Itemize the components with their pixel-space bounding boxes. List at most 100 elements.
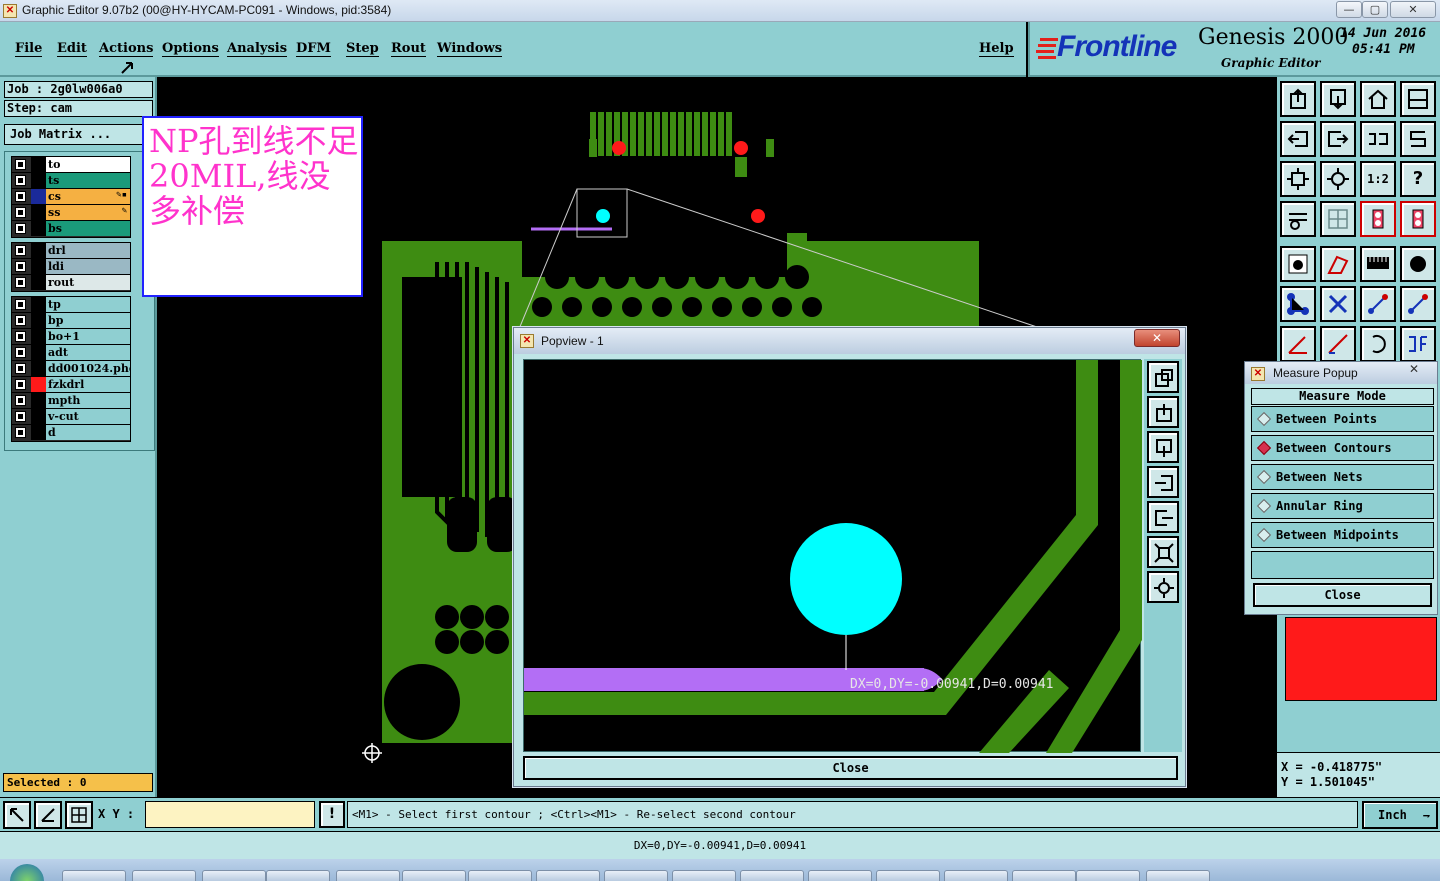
layer-row-vcut[interactable]: v-cut: [12, 409, 130, 425]
taskbar-app[interactable]: [740, 870, 804, 881]
menu-analysis[interactable]: Analysis: [227, 41, 288, 57]
net-highlight-icon[interactable]: [1400, 201, 1436, 237]
minimize-button[interactable]: —: [1336, 1, 1362, 18]
layer-row-ss[interactable]: ss ✎: [12, 205, 130, 221]
layer-checkbox[interactable]: [15, 223, 26, 234]
grid-icon[interactable]: [1320, 201, 1356, 237]
menu-help[interactable]: Help: [979, 41, 1014, 57]
pan-left-button[interactable]: [1280, 121, 1316, 157]
popview-pan-down-icon[interactable]: [1147, 431, 1179, 463]
popview-pan-right-icon[interactable]: [1147, 501, 1179, 533]
taskbar-app[interactable]: [1076, 870, 1140, 881]
popview-canvas[interactable]: DX=0,DY=-0.00941,D=0.00941: [523, 359, 1142, 753]
menu-rout[interactable]: Rout: [391, 41, 426, 57]
mirror-button[interactable]: [1360, 121, 1396, 157]
layer-checkbox[interactable]: [15, 207, 26, 218]
layer-checkbox[interactable]: [15, 347, 26, 358]
zoom-fit-button[interactable]: [1280, 161, 1316, 197]
line-draw-icon[interactable]: [1320, 326, 1356, 362]
scale-1-2-icon[interactable]: 1:2: [1360, 161, 1396, 197]
taskbar-app[interactable]: [1146, 870, 1210, 881]
taskbar-app[interactable]: [132, 870, 196, 881]
units-selector[interactable]: Inch ⇁: [1362, 801, 1438, 829]
taskbar-app[interactable]: [402, 870, 466, 881]
net-select-icon[interactable]: [1360, 201, 1396, 237]
layer-checkbox[interactable]: [15, 261, 26, 272]
taskbar-app[interactable]: [62, 870, 126, 881]
taskbar-app[interactable]: [468, 870, 532, 881]
pad-select-icon[interactable]: [1280, 246, 1316, 282]
taskbar-app[interactable]: [536, 870, 600, 881]
layer-checkbox[interactable]: [15, 277, 26, 288]
layer-up-button[interactable]: [1280, 81, 1316, 117]
select-tool-icon[interactable]: [3, 801, 31, 829]
taskbar-app[interactable]: [876, 870, 940, 881]
alert-icon[interactable]: !: [319, 801, 345, 828]
option-between-points[interactable]: Between Points: [1251, 406, 1434, 432]
radio-icon[interactable]: [1256, 527, 1272, 543]
close-window-button[interactable]: ✕: [1390, 1, 1436, 18]
layer-row-mpth[interactable]: mpth: [12, 393, 130, 409]
popview-zoom-window-icon[interactable]: [1147, 361, 1179, 393]
layer-down-button[interactable]: [1320, 81, 1356, 117]
taskbar-app[interactable]: [944, 870, 1008, 881]
ruler-icon[interactable]: [1360, 246, 1396, 282]
layer-row-ldi[interactable]: ldi: [12, 259, 130, 275]
layer-row-fzkdrl[interactable]: fzkdrl: [12, 377, 130, 393]
menu-edit[interactable]: Edit: [57, 41, 87, 57]
layer-row-rout[interactable]: rout: [12, 275, 130, 291]
dot-icon[interactable]: [1400, 246, 1436, 282]
taskbar-app[interactable]: [202, 870, 266, 881]
measure-close-x[interactable]: ✕: [1409, 362, 1419, 376]
layer-checkbox[interactable]: [15, 299, 26, 310]
layer-checkbox[interactable]: [15, 331, 26, 342]
grid-tool-icon[interactable]: [65, 801, 93, 829]
measure-point-icon[interactable]: [1400, 286, 1436, 322]
snap-button[interactable]: [1400, 121, 1436, 157]
measure-close-button[interactable]: Close: [1253, 583, 1432, 607]
taskbar-app[interactable]: [672, 870, 736, 881]
layer-checkbox[interactable]: [15, 379, 26, 390]
layer-row-to[interactable]: to: [12, 157, 130, 173]
layer-row-adt[interactable]: adt: [12, 345, 130, 361]
taskbar-app[interactable]: [336, 870, 400, 881]
radio-icon[interactable]: [1256, 411, 1272, 427]
flip-text-icon[interactable]: [1400, 326, 1436, 362]
popview-close-button[interactable]: Close: [523, 756, 1178, 780]
cross-node-icon[interactable]: [1320, 286, 1356, 322]
menu-actions[interactable]: Actions: [99, 41, 154, 57]
layer-row-pho[interactable]: dd001024.pho: [12, 361, 130, 377]
help-question-icon[interactable]: ?: [1400, 161, 1436, 197]
taskbar-app[interactable]: [1012, 870, 1076, 881]
maximize-button[interactable]: ▢: [1362, 1, 1388, 18]
layer-row-drl[interactable]: drl: [12, 243, 130, 259]
menu-options[interactable]: Options: [162, 41, 219, 57]
layer-checkbox[interactable]: [15, 191, 26, 202]
popview-pan-up-icon[interactable]: [1147, 396, 1179, 428]
layer-checkbox[interactable]: [15, 245, 26, 256]
layer-row-bs[interactable]: bs: [12, 221, 130, 237]
measure-line-icon[interactable]: [1360, 286, 1396, 322]
menu-dfm[interactable]: DFM: [296, 41, 331, 57]
layer-checkbox[interactable]: [15, 395, 26, 406]
layer-checkbox[interactable]: [15, 175, 26, 186]
layer-row-bo1[interactable]: bo+1: [12, 329, 130, 345]
menu-windows[interactable]: Windows: [437, 41, 503, 57]
taskbar-app[interactable]: [808, 870, 872, 881]
option-annular-ring[interactable]: Annular Ring: [1251, 493, 1434, 519]
radio-icon[interactable]: [1256, 498, 1272, 514]
layer-checkbox[interactable]: [15, 363, 26, 374]
start-button-icon[interactable]: [10, 864, 44, 881]
settings-icon[interactable]: [1280, 201, 1316, 237]
menu-file[interactable]: File: [15, 41, 43, 57]
taskbar-app[interactable]: [266, 870, 330, 881]
popview-center-icon[interactable]: [1147, 571, 1179, 603]
popview-fit-icon[interactable]: [1147, 536, 1179, 568]
taskbar-app[interactable]: [604, 870, 668, 881]
layer-row-cs[interactable]: cs ✎▪: [12, 189, 130, 205]
layer-checkbox[interactable]: [15, 427, 26, 438]
layer-row-ts[interactable]: ts: [12, 173, 130, 189]
layer-row-tp[interactable]: tp: [12, 297, 130, 313]
undo-icon[interactable]: [1360, 326, 1396, 362]
xy-input[interactable]: [145, 801, 315, 828]
